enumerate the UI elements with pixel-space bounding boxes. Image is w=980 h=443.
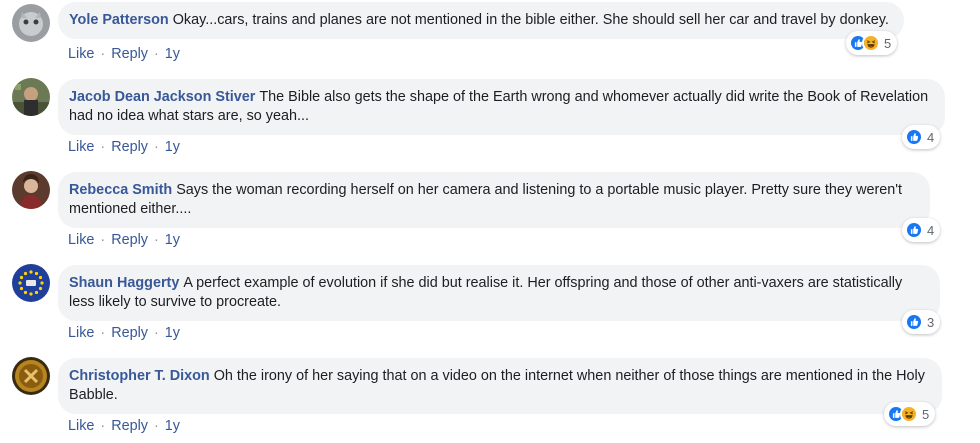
comment-bubble: Yole Patterson Okay...cars, trains and pl… xyxy=(58,2,904,39)
comment-timestamp[interactable]: 1y xyxy=(165,418,180,434)
separator: · xyxy=(154,232,159,248)
reply-button[interactable]: Reply xyxy=(111,418,148,434)
like-icon xyxy=(905,313,923,331)
comment-actions: Like · Reply · 1y xyxy=(68,139,180,155)
like-icon xyxy=(905,221,923,239)
avatar[interactable] xyxy=(12,171,50,209)
like-button[interactable]: Like xyxy=(68,232,94,248)
comment-bubble: Rebecca Smith Says the woman recording he… xyxy=(58,172,930,228)
comment-timestamp[interactable]: 1y xyxy=(165,232,180,248)
comment-bubble: Shaun Haggerty A perfect example of evolu… xyxy=(58,265,940,321)
comment-timestamp[interactable]: 1y xyxy=(165,325,180,341)
reaction-summary[interactable]: 4 xyxy=(902,125,941,149)
comment-author-link[interactable]: Shaun Haggerty xyxy=(69,275,179,291)
separator: · xyxy=(100,232,106,248)
comment-timestamp[interactable]: 1y xyxy=(165,46,180,62)
reaction-summary[interactable]: 5 xyxy=(884,402,936,426)
avatar[interactable] xyxy=(12,4,50,42)
avatar[interactable] xyxy=(12,357,50,395)
separator: · xyxy=(154,46,159,62)
comment-author-link[interactable]: Jacob Dean Jackson Stiver xyxy=(69,89,255,105)
haha-icon xyxy=(862,34,880,52)
reply-button[interactable]: Reply xyxy=(111,325,148,341)
separator: · xyxy=(100,418,106,434)
comment-author-link[interactable]: Rebecca Smith xyxy=(69,182,172,198)
separator: · xyxy=(100,139,106,155)
comment-text: A perfect example of evolution if she di… xyxy=(69,275,903,310)
reaction-count: 3 xyxy=(927,314,935,330)
reply-button[interactable]: Reply xyxy=(111,139,148,155)
reaction-summary[interactable]: 5 xyxy=(846,31,898,55)
comment-bubble: Christopher T. Dixon Oh the irony of her … xyxy=(58,358,942,414)
like-icon xyxy=(905,128,923,146)
comment-author-link[interactable]: Christopher T. Dixon xyxy=(69,368,210,384)
reaction-count: 4 xyxy=(927,129,935,145)
comment-text: Says the woman recording herself on her … xyxy=(69,182,903,217)
avatar[interactable] xyxy=(12,264,50,302)
comment-actions: Like · Reply · 1y xyxy=(68,46,180,62)
like-button[interactable]: Like xyxy=(68,139,94,155)
reply-button[interactable]: Reply xyxy=(111,232,148,248)
comment-timestamp[interactable]: 1y xyxy=(165,139,180,155)
reaction-count: 5 xyxy=(922,406,930,422)
separator: · xyxy=(100,46,106,62)
comment-actions: Like · Reply · 1y xyxy=(68,232,180,248)
reaction-count: 4 xyxy=(927,222,935,238)
like-button[interactable]: Like xyxy=(68,46,94,62)
comment-bubble: Jacob Dean Jackson Stiver The Bible also … xyxy=(58,79,945,135)
separator: · xyxy=(100,325,106,341)
comment-actions: Like · Reply · 1y xyxy=(68,325,180,341)
comment-actions: Like · Reply · 1y xyxy=(68,418,180,434)
haha-icon xyxy=(900,405,918,423)
separator: · xyxy=(154,139,159,155)
reaction-summary[interactable]: 4 xyxy=(902,218,941,242)
reaction-count: 5 xyxy=(884,35,892,51)
separator: · xyxy=(154,418,159,434)
comment-author-link[interactable]: Yole Patterson xyxy=(69,12,169,28)
comment-text: Okay...cars, trains and planes are not m… xyxy=(172,12,889,28)
reply-button[interactable]: Reply xyxy=(111,46,148,62)
like-button[interactable]: Like xyxy=(68,418,94,434)
separator: · xyxy=(154,325,159,341)
reaction-summary[interactable]: 3 xyxy=(902,310,941,334)
avatar[interactable] xyxy=(12,78,50,116)
like-button[interactable]: Like xyxy=(68,325,94,341)
